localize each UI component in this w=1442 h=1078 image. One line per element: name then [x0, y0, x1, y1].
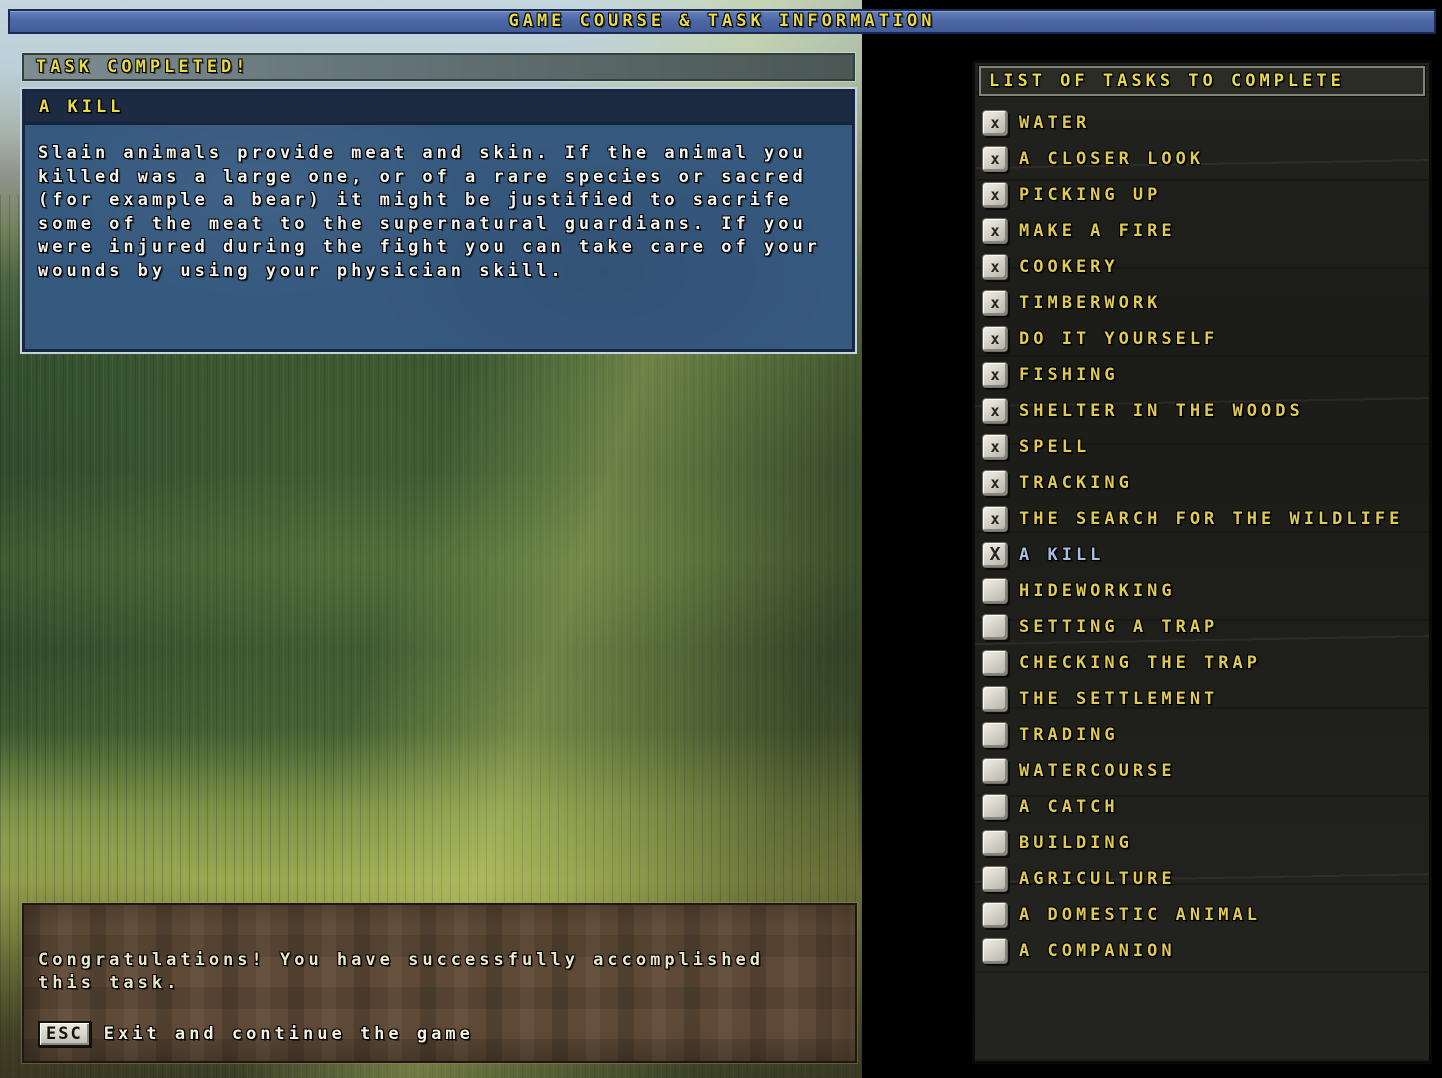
- task-checkbox[interactable]: [982, 614, 1008, 640]
- task-row[interactable]: A CATCH: [979, 789, 1425, 825]
- task-checkbox[interactable]: x: [982, 146, 1008, 172]
- game-course-task-screen: GAME COURSE & TASK INFORMATION TASK COMP…: [0, 0, 1442, 1078]
- task-checkbox[interactable]: x: [982, 470, 1008, 496]
- task-label: BUILDING: [1019, 833, 1133, 853]
- task-checkbox[interactable]: [982, 794, 1008, 820]
- task-row[interactable]: A DOMESTIC ANIMAL: [979, 897, 1425, 933]
- task-label: MAKE A FIRE: [1019, 221, 1176, 241]
- task-row[interactable]: x TRACKING: [979, 465, 1425, 501]
- task-checkbox[interactable]: [982, 650, 1008, 676]
- task-row[interactable]: X A KILL: [979, 537, 1425, 573]
- task-detail-header: A KILL: [25, 92, 852, 125]
- task-label: A CATCH: [1019, 797, 1119, 817]
- task-row[interactable]: x WATER: [979, 105, 1425, 141]
- task-checkbox[interactable]: x: [982, 434, 1008, 460]
- task-list: x WATER x A CLOSER LOOK x PICKING UP x M…: [979, 105, 1425, 969]
- task-row[interactable]: HIDEWORKING: [979, 573, 1425, 609]
- task-label: CHECKING THE TRAP: [1019, 653, 1261, 673]
- task-row[interactable]: x SPELL: [979, 429, 1425, 465]
- task-label: A KILL: [1019, 545, 1104, 565]
- task-checkbox[interactable]: x: [982, 362, 1008, 388]
- esc-row: ESC Exit and continue the game: [38, 1021, 474, 1047]
- task-row[interactable]: x THE SEARCH FOR THE WILDLIFE: [979, 501, 1425, 537]
- task-row[interactable]: A COMPANION: [979, 933, 1425, 969]
- task-label: TRADING: [1019, 725, 1119, 745]
- task-row[interactable]: AGRICULTURE: [979, 861, 1425, 897]
- task-checkbox[interactable]: [982, 686, 1008, 712]
- task-label: PICKING UP: [1019, 185, 1161, 205]
- task-checkbox[interactable]: x: [982, 218, 1008, 244]
- task-label: DO IT YOURSELF: [1019, 329, 1218, 349]
- task-row[interactable]: BUILDING: [979, 825, 1425, 861]
- task-checkbox[interactable]: x: [982, 326, 1008, 352]
- task-label: FISHING: [1019, 365, 1119, 385]
- task-row[interactable]: x DO IT YOURSELF: [979, 321, 1425, 357]
- task-list-header-text: LIST OF TASKS TO COMPLETE: [981, 68, 1423, 94]
- task-checkbox[interactable]: [982, 758, 1008, 784]
- task-checkbox[interactable]: x: [982, 506, 1008, 532]
- task-label: TRACKING: [1019, 473, 1133, 493]
- task-checkbox[interactable]: x: [982, 398, 1008, 424]
- task-label: A COMPANION: [1019, 941, 1176, 961]
- task-label: HIDEWORKING: [1019, 581, 1176, 601]
- task-label: THE SEARCH FOR THE WILDLIFE: [1019, 509, 1403, 529]
- esc-key[interactable]: ESC: [38, 1021, 91, 1047]
- congratulations-text: Congratulations! You have successfully a…: [38, 949, 764, 995]
- task-row[interactable]: SETTING A TRAP: [979, 609, 1425, 645]
- task-row[interactable]: x SHELTER IN THE WOODS: [979, 393, 1425, 429]
- task-description: Slain animals provide meat and skin. If …: [25, 125, 852, 283]
- task-list-header: LIST OF TASKS TO COMPLETE: [979, 66, 1425, 96]
- task-checkbox[interactable]: [982, 902, 1008, 928]
- task-label: TIMBERWORK: [1019, 293, 1161, 313]
- esc-action-label: Exit and continue the game: [104, 1024, 474, 1044]
- task-checkbox[interactable]: x: [982, 110, 1008, 136]
- task-row[interactable]: x COOKERY: [979, 249, 1425, 285]
- task-checkbox[interactable]: x: [982, 290, 1008, 316]
- task-label: WATERCOURSE: [1019, 761, 1176, 781]
- task-label: SHELTER IN THE WOODS: [1019, 401, 1304, 421]
- task-row[interactable]: x MAKE A FIRE: [979, 213, 1425, 249]
- task-completed-text: TASK COMPLETED!: [24, 55, 853, 79]
- task-checkbox[interactable]: X: [982, 542, 1008, 568]
- task-row[interactable]: x TIMBERWORK: [979, 285, 1425, 321]
- task-detail-panel: A KILL Slain animals provide meat and sk…: [22, 89, 855, 352]
- task-list-panel: LIST OF TASKS TO COMPLETE x WATER x A CL…: [972, 60, 1432, 1064]
- task-checkbox[interactable]: x: [982, 254, 1008, 280]
- task-label: COOKERY: [1019, 257, 1119, 277]
- task-label: SETTING A TRAP: [1019, 617, 1218, 637]
- task-label: A DOMESTIC ANIMAL: [1019, 905, 1261, 925]
- task-row[interactable]: TRADING: [979, 717, 1425, 753]
- task-row[interactable]: CHECKING THE TRAP: [979, 645, 1425, 681]
- task-label: SPELL: [1019, 437, 1090, 457]
- task-checkbox[interactable]: x: [982, 182, 1008, 208]
- page-title: GAME COURSE & TASK INFORMATION: [508, 11, 935, 31]
- task-label: THE SETTLEMENT: [1019, 689, 1218, 709]
- task-row[interactable]: x PICKING UP: [979, 177, 1425, 213]
- task-checkbox[interactable]: [982, 938, 1008, 964]
- completion-panel: Congratulations! You have successfully a…: [22, 903, 857, 1063]
- task-checkbox[interactable]: [982, 866, 1008, 892]
- task-checkbox[interactable]: [982, 722, 1008, 748]
- task-checkbox[interactable]: [982, 830, 1008, 856]
- task-row[interactable]: x A CLOSER LOOK: [979, 141, 1425, 177]
- task-row[interactable]: x FISHING: [979, 357, 1425, 393]
- task-label: A CLOSER LOOK: [1019, 149, 1204, 169]
- task-checkbox[interactable]: [982, 578, 1008, 604]
- task-completed-banner: TASK COMPLETED!: [22, 53, 855, 81]
- task-row[interactable]: THE SETTLEMENT: [979, 681, 1425, 717]
- task-label: AGRICULTURE: [1019, 869, 1176, 889]
- task-row[interactable]: WATERCOURSE: [979, 753, 1425, 789]
- title-bar: GAME COURSE & TASK INFORMATION: [8, 9, 1436, 34]
- task-label: WATER: [1019, 113, 1090, 133]
- task-detail-title: A KILL: [25, 92, 852, 122]
